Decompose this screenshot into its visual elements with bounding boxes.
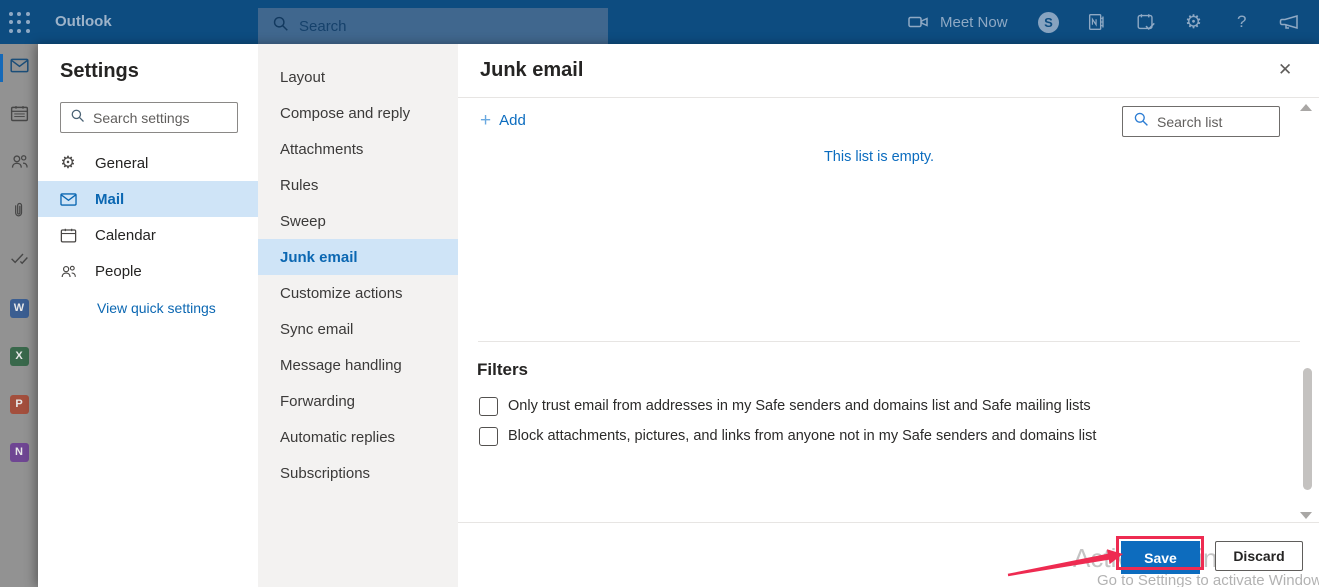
nav-item-customize-actions[interactable]: Customize actions — [258, 275, 458, 311]
checkbox-label: Block attachments, pictures, and links f… — [508, 428, 1096, 444]
nav-item-message-handling[interactable]: Message handling — [258, 347, 458, 383]
whats-new-megaphone-icon[interactable] — [1277, 0, 1301, 44]
rail-todo-button[interactable] — [0, 236, 38, 284]
powerpoint-tile-icon: P — [10, 395, 29, 414]
calendar-icon — [9, 103, 30, 129]
nav-item-subscriptions[interactable]: Subscriptions — [258, 455, 458, 491]
page-title: Junk email — [480, 59, 583, 82]
scrollbar-thumb[interactable] — [1303, 368, 1312, 490]
calendar-icon — [58, 226, 78, 245]
list-search-box[interactable] — [1122, 106, 1280, 137]
footer-divider — [458, 522, 1319, 523]
nav-item-compose-and-reply[interactable]: Compose and reply — [258, 95, 458, 131]
filter-option-trust-safe-senders[interactable]: Only trust email from addresses in my Sa… — [479, 396, 1091, 416]
rail-calendar-button[interactable] — [0, 92, 38, 140]
nav-item-layout[interactable]: Layout — [258, 59, 458, 95]
top-app-bar: Outlook Meet Now S ⚙ ? — [0, 0, 1319, 44]
nav-item-rules[interactable]: Rules — [258, 167, 458, 203]
nav-item-junk-email[interactable]: Junk email — [258, 239, 458, 275]
nav-item-sync-email[interactable]: Sync email — [258, 311, 458, 347]
filters-divider — [478, 341, 1300, 342]
add-button[interactable]: + Add — [480, 111, 526, 130]
settings-item-calendar[interactable]: Calendar — [38, 217, 258, 253]
nav-item-sweep[interactable]: Sweep — [258, 203, 458, 239]
rail-mail-button[interactable] — [0, 44, 38, 92]
people-icon — [58, 262, 78, 281]
mail-icon — [58, 190, 78, 209]
search-icon — [70, 108, 85, 128]
double-check-icon — [9, 247, 30, 273]
help-icon[interactable]: ? — [1237, 0, 1246, 44]
onenote-feed-icon[interactable] — [1086, 0, 1108, 44]
checkbox-unchecked[interactable] — [479, 427, 498, 446]
rail-onenote-button[interactable]: N — [0, 428, 38, 476]
plus-icon: + — [480, 111, 491, 130]
attachment-icon — [9, 200, 29, 225]
settings-item-general[interactable]: ⚙ General — [38, 145, 258, 181]
settings-item-label: People — [95, 263, 142, 280]
settings-item-label: Mail — [95, 191, 124, 208]
global-search-input[interactable] — [299, 18, 608, 35]
activate-windows-subtext: Go to Settings to activate Windows — [1097, 572, 1319, 587]
settings-item-mail[interactable]: Mail — [38, 181, 258, 217]
add-label: Add — [499, 112, 526, 129]
search-icon — [272, 15, 289, 37]
meet-now-button[interactable]: Meet Now — [940, 0, 1008, 44]
nav-item-forwarding[interactable]: Forwarding — [258, 383, 458, 419]
app-left-rail: W X P N — [0, 44, 38, 587]
rail-attachments-button[interactable] — [0, 188, 38, 236]
empty-list-message: This list is empty. — [458, 149, 1300, 165]
meet-now-icon[interactable] — [906, 0, 930, 44]
settings-item-label: General — [95, 155, 148, 172]
nav-item-attachments[interactable]: Attachments — [258, 131, 458, 167]
onenote-tile-icon: N — [10, 443, 29, 462]
junk-email-panel: Junk email ✕ + Add This list is empty. F… — [458, 44, 1319, 587]
settings-sidebar: Settings ⚙ General Mail Calend — [38, 44, 258, 587]
discard-button[interactable]: Discard — [1215, 541, 1303, 571]
checkbox-unchecked[interactable] — [479, 397, 498, 416]
rail-people-button[interactable] — [0, 140, 38, 188]
filters-heading: Filters — [477, 360, 528, 380]
settings-search-box[interactable] — [60, 102, 238, 133]
header-divider — [458, 97, 1319, 98]
list-search-input[interactable] — [1157, 114, 1279, 130]
rail-powerpoint-button[interactable]: P — [0, 380, 38, 428]
settings-item-label: Calendar — [95, 227, 156, 244]
save-button[interactable]: Save — [1121, 541, 1200, 574]
global-search-box[interactable] — [258, 8, 608, 44]
settings-search-input[interactable] — [93, 110, 237, 126]
nav-item-automatic-replies[interactable]: Automatic replies — [258, 419, 458, 455]
rail-word-button[interactable]: W — [0, 284, 38, 332]
skype-icon[interactable]: S — [1038, 0, 1059, 44]
scrollbar-up-arrow[interactable] — [1300, 104, 1312, 111]
search-icon — [1133, 111, 1149, 132]
rail-excel-button[interactable]: X — [0, 332, 38, 380]
mail-settings-nav: Layout Compose and reply Attachments Rul… — [258, 44, 458, 587]
settings-item-people[interactable]: People — [38, 253, 258, 289]
excel-tile-icon: X — [10, 347, 29, 366]
settings-gear-icon[interactable]: ⚙ — [1185, 0, 1202, 44]
app-launcher-icon[interactable] — [9, 12, 31, 34]
app-title: Outlook — [55, 13, 112, 30]
meet-now-label: Meet Now — [940, 14, 1008, 31]
todo-icon[interactable] — [1135, 0, 1157, 44]
settings-category-list: ⚙ General Mail Calendar People — [38, 145, 258, 289]
settings-title: Settings — [60, 60, 139, 83]
close-icon[interactable]: ✕ — [1278, 60, 1292, 80]
mail-icon — [9, 55, 30, 81]
settings-dialog: Settings ⚙ General Mail Calend — [38, 44, 1319, 587]
people-icon — [9, 151, 30, 177]
checkbox-label: Only trust email from addresses in my Sa… — [508, 398, 1091, 414]
word-tile-icon: W — [10, 299, 29, 318]
gear-icon: ⚙ — [58, 153, 78, 173]
view-quick-settings-link[interactable]: View quick settings — [97, 300, 216, 316]
scrollbar-down-arrow[interactable] — [1300, 512, 1312, 519]
filter-option-block-attachments[interactable]: Block attachments, pictures, and links f… — [479, 426, 1096, 446]
